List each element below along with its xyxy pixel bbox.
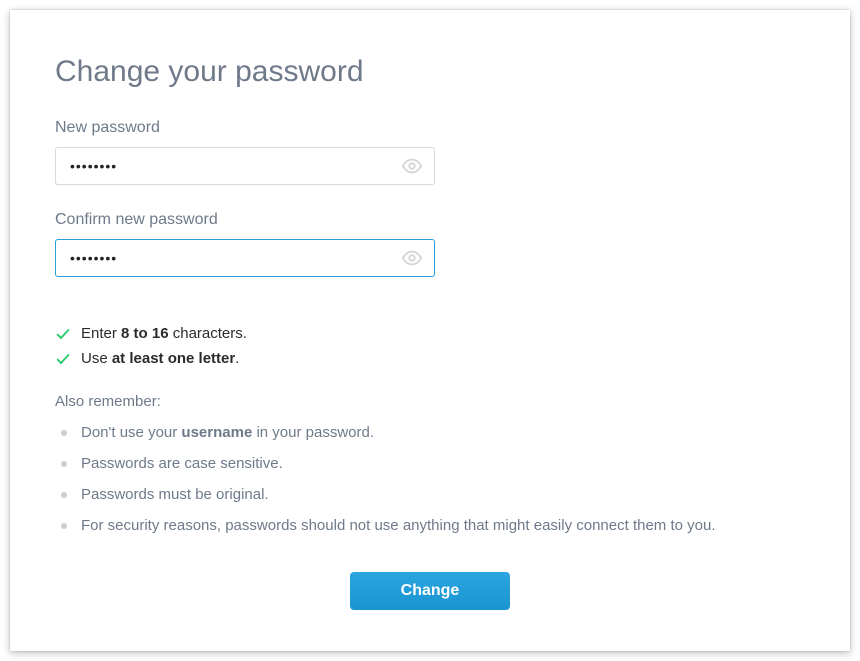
rule-chars-text: Enter 8 to 16 characters.	[81, 325, 247, 342]
rule-letter-post: .	[235, 350, 239, 367]
rule-chars: Enter 8 to 16 characters.	[55, 325, 805, 342]
tip-case-sensitive: Passwords are case sensitive.	[55, 453, 805, 474]
check-icon	[55, 326, 71, 342]
tip-1-pre: Don't use your	[81, 424, 181, 441]
new-password-input[interactable]	[55, 147, 435, 185]
change-button[interactable]: Change	[350, 572, 510, 610]
rule-chars-pre: Enter	[81, 325, 121, 342]
rule-chars-bold: 8 to 16	[121, 325, 169, 342]
new-password-wrapper	[55, 147, 435, 185]
tip-username: Don't use your username in your password…	[55, 422, 805, 443]
page-title: Change your password	[55, 55, 805, 89]
tip-1-bold: username	[181, 424, 252, 441]
password-rules: Enter 8 to 16 characters. Use at least o…	[55, 325, 805, 367]
button-row: Change	[55, 572, 805, 610]
tips-list: Don't use your username in your password…	[55, 422, 805, 536]
check-icon	[55, 351, 71, 367]
confirm-password-input[interactable]	[55, 239, 435, 277]
rule-letter-text: Use at least one letter.	[81, 350, 239, 367]
remember-title: Also remember:	[55, 393, 805, 410]
new-password-group: New password	[55, 119, 805, 185]
rule-chars-post: characters.	[169, 325, 247, 342]
eye-icon[interactable]	[401, 155, 423, 177]
eye-icon[interactable]	[401, 247, 423, 269]
new-password-label: New password	[55, 119, 805, 137]
tip-security: For security reasons, passwords should n…	[55, 515, 805, 536]
rule-letter-bold: at least one letter	[112, 350, 235, 367]
rule-letter-pre: Use	[81, 350, 112, 367]
rule-letter: Use at least one letter.	[55, 350, 805, 367]
tip-original: Passwords must be original.	[55, 484, 805, 505]
confirm-password-label: Confirm new password	[55, 211, 805, 229]
confirm-password-wrapper	[55, 239, 435, 277]
confirm-password-group: Confirm new password	[55, 211, 805, 277]
change-password-card: Change your password New password Confir…	[10, 10, 850, 651]
tip-1-post: in your password.	[252, 424, 374, 441]
